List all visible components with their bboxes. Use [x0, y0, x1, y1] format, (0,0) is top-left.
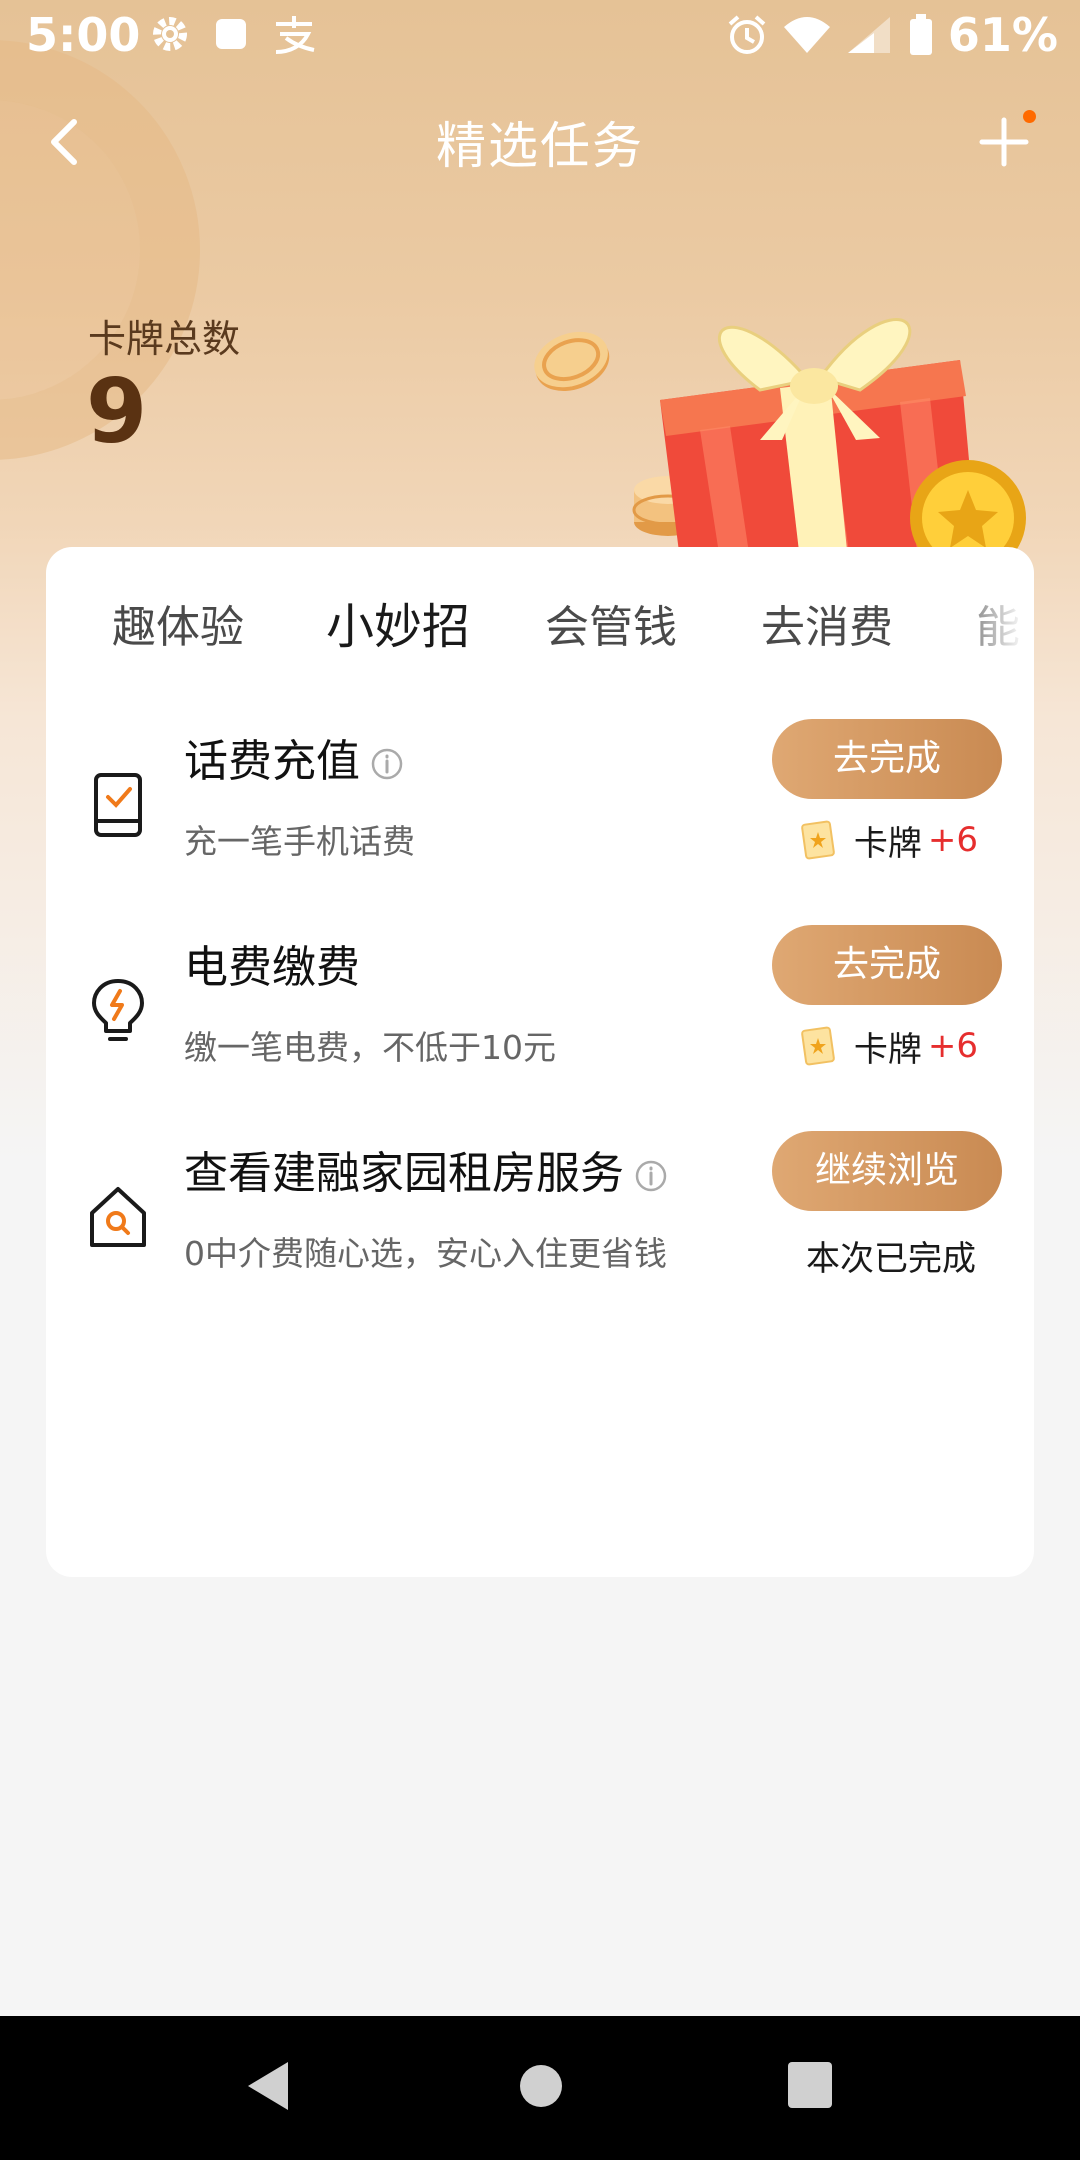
- category-tabs: 趣体验 小妙招 会管钱 去消费 能: [46, 547, 1034, 679]
- tab-fun-experience[interactable]: 趣体验: [112, 591, 244, 655]
- reward-value: +6: [927, 820, 978, 860]
- battery-icon: [909, 14, 932, 55]
- task-item: 话费充值 充一笔手机话费 去完成 卡牌 +6: [46, 719, 1034, 919]
- go-complete-button[interactable]: 去完成: [772, 719, 1002, 799]
- gift-box-illustration: [534, 318, 1026, 560]
- reward-info: 卡牌 +6: [800, 817, 978, 864]
- tab-tips[interactable]: 小妙招: [326, 587, 470, 657]
- reward-info: 卡牌 +6: [800, 1023, 978, 1070]
- navigation-bar: [0, 2016, 1080, 2160]
- battery-percent: 61%: [947, 8, 1058, 62]
- card-count-value: 9: [86, 360, 148, 463]
- gear-icon: [153, 17, 187, 51]
- go-complete-button[interactable]: 去完成: [772, 925, 1002, 1005]
- task-title: 电费缴费: [184, 942, 360, 993]
- info-icon[interactable]: [634, 1159, 668, 1193]
- completed-status: 本次已完成: [806, 1239, 976, 1279]
- task-item: 查看建融家园租房服务 0中介费随心选，安心入住更省钱 继续浏览 本次已完成: [46, 1131, 1034, 1331]
- status-time: 5:00: [26, 8, 141, 62]
- signal-icon: [847, 17, 890, 53]
- phone-check-icon: [94, 773, 142, 837]
- alarm-icon: [728, 15, 766, 54]
- reward-card-icon: [801, 1026, 835, 1066]
- tab-money-management[interactable]: 会管钱: [545, 591, 677, 655]
- tabs-fade-overlay: [944, 577, 1034, 667]
- coin-flying: [534, 331, 610, 392]
- house-search-icon: [90, 1187, 146, 1247]
- continue-browsing-button[interactable]: 继续浏览: [772, 1131, 1002, 1211]
- tab-shopping[interactable]: 去消费: [761, 591, 893, 655]
- task-description: 0中介费随心选，安心入住更省钱: [184, 1234, 667, 1273]
- back-triangle-icon[interactable]: [244, 2058, 294, 2114]
- alipay-icon: [275, 16, 315, 54]
- plus-icon[interactable]: [976, 114, 1032, 170]
- reward-card-icon: [801, 820, 835, 860]
- task-title-text: 话费充值: [184, 736, 360, 787]
- task-description: 缴一笔电费，不低于10元: [184, 1028, 556, 1067]
- app-bar: 精选任务: [0, 96, 1080, 186]
- task-title: 话费充值: [184, 725, 404, 789]
- task-title: 查看建融家园租房服务: [184, 1137, 668, 1201]
- notification-dot: [1023, 110, 1036, 123]
- reward-value: +6: [927, 1026, 978, 1066]
- task-title-text: 查看建融家园租房服务: [184, 1148, 624, 1199]
- reward-label: 卡牌: [853, 823, 922, 864]
- square-notification-icon: [216, 19, 246, 49]
- wifi-icon: [783, 17, 830, 53]
- status-icons-right: 61%: [726, 8, 1058, 62]
- status-bar: 5:00 61%: [0, 0, 1080, 72]
- page-title: 精选任务: [436, 117, 644, 175]
- task-item: 电费缴费 缴一笔电费，不低于10元 去完成 卡牌 +6: [46, 925, 1034, 1125]
- task-description: 充一笔手机话费: [184, 822, 415, 861]
- recents-square-icon[interactable]: [786, 2058, 834, 2114]
- status-icons-left: [150, 14, 316, 54]
- task-card: 趣体验 小妙招 会管钱 去消费 能 话费充值 充一笔手机话费 去完成 卡牌 +6: [46, 547, 1034, 1577]
- home-circle-icon[interactable]: [518, 2058, 564, 2114]
- lightbulb-icon: [92, 979, 144, 1041]
- info-icon[interactable]: [370, 747, 404, 781]
- card-count-label: 卡牌总数: [88, 317, 241, 361]
- reward-label: 卡牌: [853, 1029, 922, 1070]
